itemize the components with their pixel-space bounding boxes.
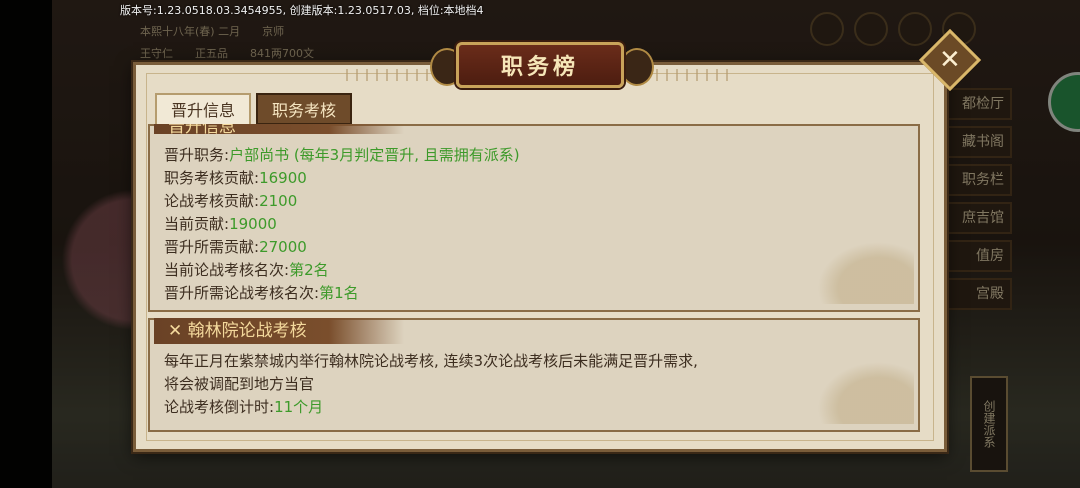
promotion-line-target: 晋升职务:户部尚书 (每年3月判定晋升, 且需拥有派系) — [164, 146, 520, 164]
close-icon: ✕ — [939, 44, 961, 75]
hanlin-header: ✕ 翰林院论战考核 — [154, 318, 404, 344]
promotion-line-required-rank: 晋升所需论战考核名次:第1名 — [164, 284, 359, 302]
crossed-swords-icon: ✕ — [168, 321, 188, 341]
hanlin-desc-1: 每年正月在紫禁城内举行翰林院论战考核, 连续3次论战考核后未能满足晋升需求, — [164, 352, 698, 370]
promotion-line-current-rank: 当前论战考核名次:第2名 — [164, 261, 329, 279]
hanlin-desc-2: 将会被调配到地方当官 — [164, 375, 315, 393]
tab-promotion-info[interactable]: 晋升信息 — [155, 93, 251, 125]
promotion-line-debate-contribution: 论战考核贡献:2100 — [164, 192, 298, 210]
promotion-line-current-contribution: 当前贡献:19000 — [164, 215, 277, 233]
tab-duty-assessment[interactable]: 职务考核 — [256, 93, 352, 125]
panel-title: 职务榜 — [456, 42, 624, 88]
version-text: 版本号:1.23.0518.03.3454955, 创建版本:1.23.0517… — [120, 4, 484, 17]
mountain-decoration-2 — [794, 344, 914, 424]
promotion-line-required-contribution: 晋升所需贡献:27000 — [164, 238, 307, 256]
promotion-info-box: 晋升信息 晋升职务:户部尚书 (每年3月判定晋升, 且需拥有派系) 职务考核贡献… — [148, 124, 920, 312]
promotion-header: 晋升信息 — [154, 124, 404, 134]
title-right-ornament — [620, 48, 654, 86]
mountain-decoration — [794, 224, 914, 304]
promotion-line-duty-contribution: 职务考核贡献:16900 — [164, 169, 307, 187]
hanlin-countdown: 论战考核倒计时:11个月 — [164, 398, 324, 416]
hanlin-debate-box: ✕ 翰林院论战考核 每年正月在紫禁城内举行翰林院论战考核, 连续3次论战考核后未… — [148, 318, 920, 432]
